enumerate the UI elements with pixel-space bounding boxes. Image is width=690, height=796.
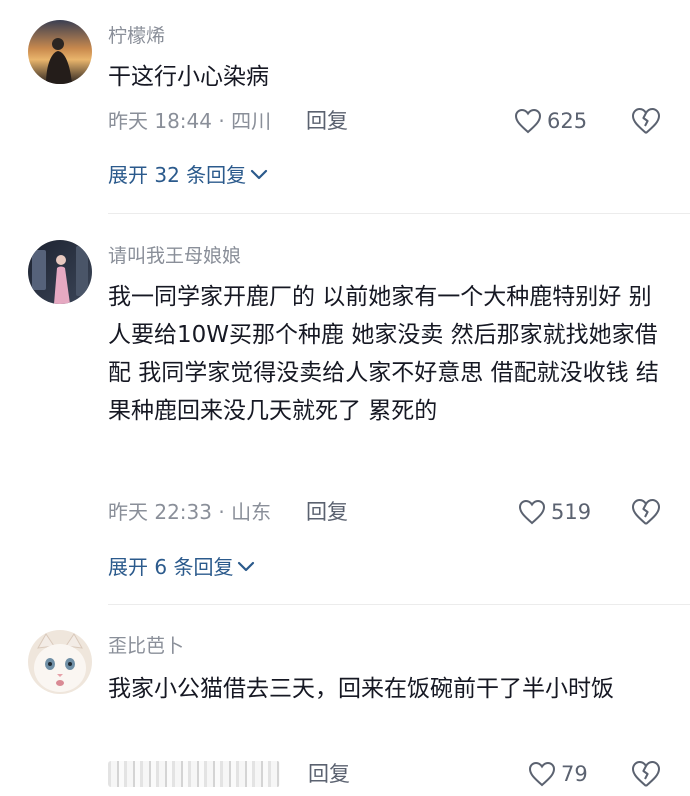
expand-replies-label: 展开 32 条回复	[108, 163, 247, 187]
avatar[interactable]	[28, 20, 92, 84]
like-count: 625	[547, 109, 588, 133]
like-count: 79	[561, 762, 588, 786]
heart-outline-icon	[518, 499, 546, 525]
heart-outline-icon	[528, 761, 556, 787]
like-button[interactable]: 79	[528, 759, 588, 789]
avatar-sunset-image	[28, 20, 92, 84]
divider	[108, 213, 690, 214]
avatar[interactable]	[28, 630, 92, 694]
username[interactable]: 请叫我王母娘娘	[108, 244, 241, 268]
broken-heart-icon	[632, 761, 660, 787]
dislike-button[interactable]	[630, 106, 662, 136]
reply-button[interactable]: 回复	[306, 499, 348, 525]
broken-heart-icon	[632, 108, 660, 134]
reply-button[interactable]: 回复	[308, 761, 350, 787]
comment-text: 我家小公猫借去三天，回来在饭碗前干了半小时饭	[108, 676, 614, 702]
username[interactable]: 柠檬烯	[108, 24, 165, 48]
expand-replies-button[interactable]: 展开 6 条回复	[108, 554, 255, 580]
dislike-button[interactable]	[630, 759, 662, 789]
reply-button[interactable]: 回复	[306, 108, 348, 134]
like-count: 519	[551, 500, 592, 524]
expand-replies-button[interactable]: 展开 32 条回复	[108, 162, 268, 188]
expand-replies-label: 展开 6 条回复	[108, 555, 234, 579]
avatar-person-image	[28, 240, 92, 304]
like-button[interactable]: 625	[514, 106, 587, 136]
avatar-cat-image	[28, 630, 92, 694]
heart-outline-icon	[514, 108, 542, 134]
broken-heart-icon	[632, 499, 660, 525]
chevron-down-icon	[238, 561, 255, 572]
comment-meta-blurred	[108, 761, 280, 787]
comment-meta: 昨天 22:33 · 山东	[108, 500, 272, 524]
divider	[108, 604, 690, 605]
dislike-button[interactable]	[630, 497, 662, 527]
comment-text: 干这行小心染病	[108, 64, 269, 90]
chevron-down-icon	[251, 169, 268, 180]
like-button[interactable]: 519	[518, 497, 591, 527]
avatar[interactable]	[28, 240, 92, 304]
comment-meta: 昨天 18:44 · 四川	[108, 109, 272, 133]
comment-text: 我一同学家开鹿厂的 以前她家有一个大种鹿特别好 别人要给10W买那个种鹿 她家没…	[108, 284, 659, 424]
username[interactable]: 歪比芭卜	[108, 634, 184, 658]
